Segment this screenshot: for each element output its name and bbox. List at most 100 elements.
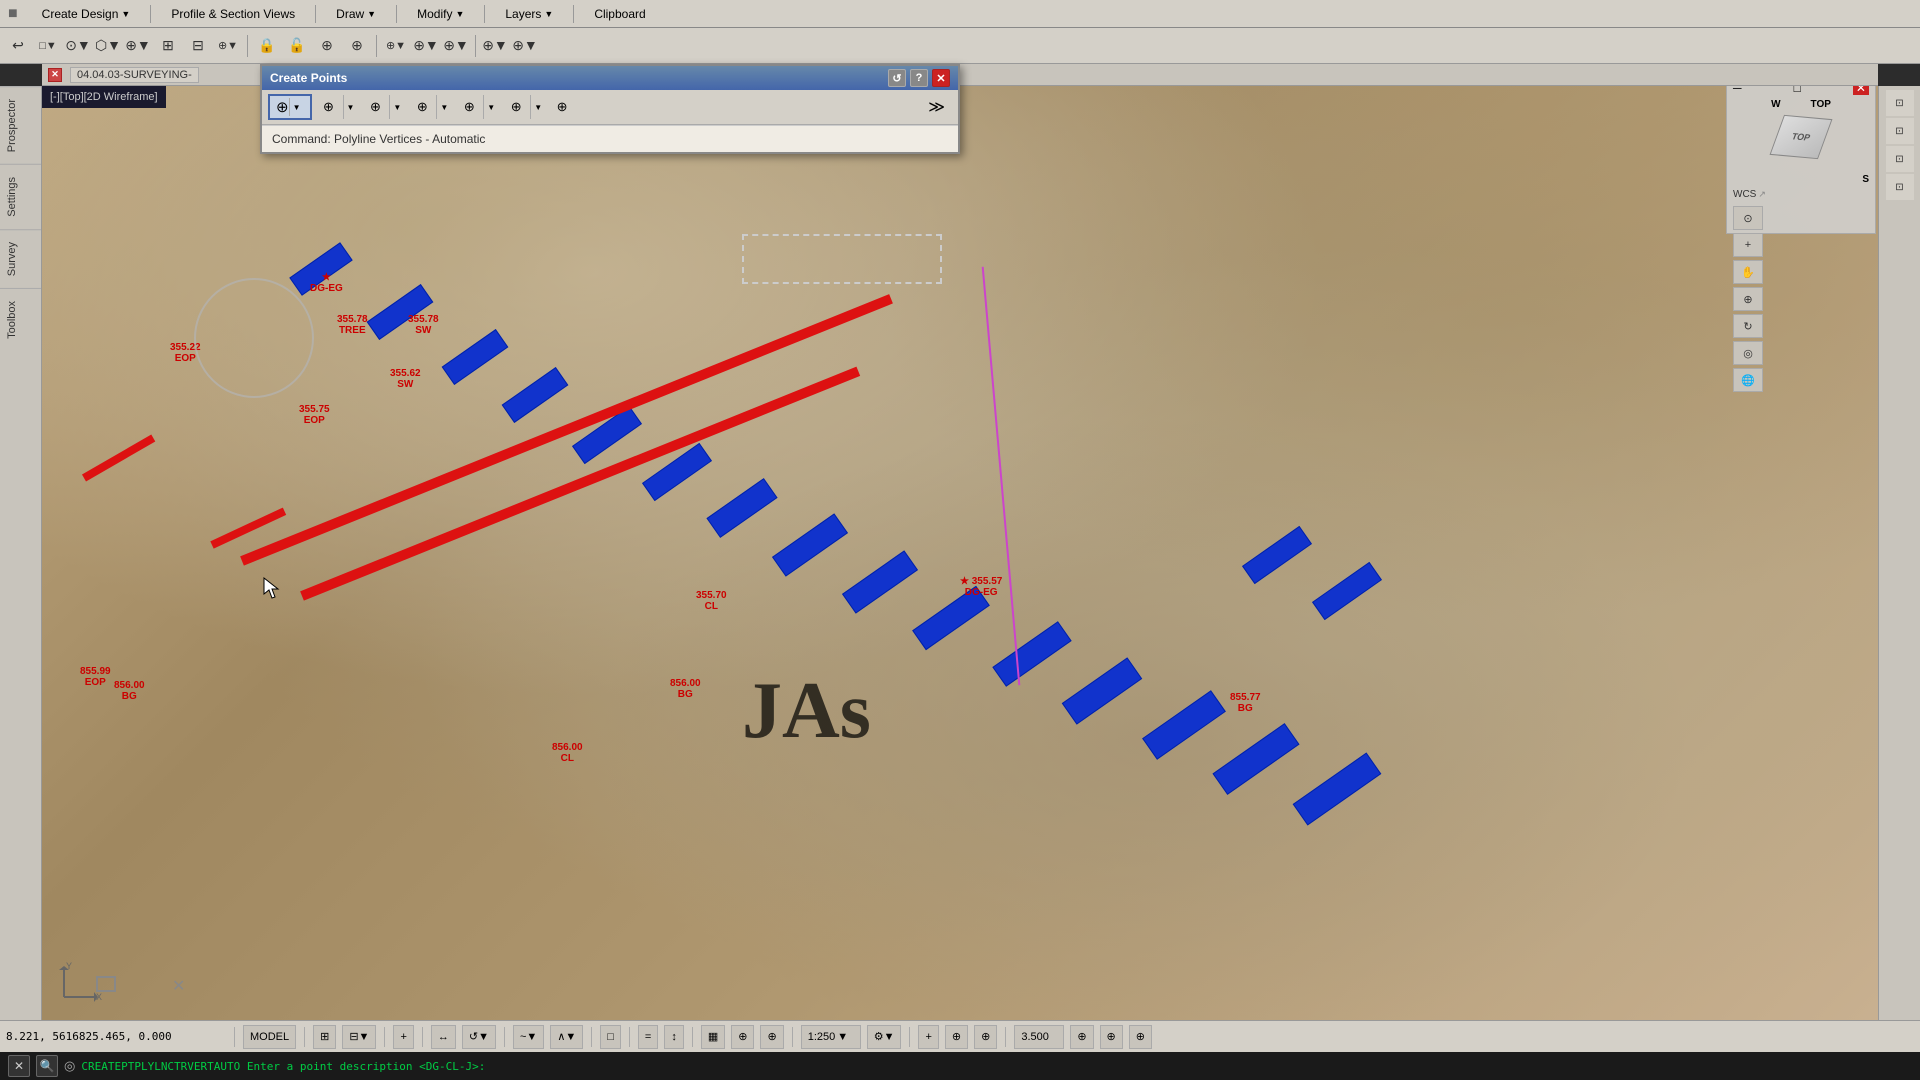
transparency-button[interactable]: ↕ [664,1025,684,1049]
dialog-tool-4-btn[interactable]: ⊕ [408,94,436,120]
gizmo-button[interactable]: ⊕ [731,1025,754,1049]
sidebar-settings[interactable]: Settings [0,164,41,229]
tool-palette-button[interactable]: ⊕ [945,1025,968,1049]
command-icon-area: ◎ [64,1058,75,1074]
right-btn-2[interactable]: ⊡ [1886,118,1914,144]
dialog-collapse-button[interactable]: ≫ [921,94,952,120]
right-btn-3[interactable]: ⊡ [1886,146,1914,172]
dialog-tool-5[interactable]: ⊕ ▼ [454,94,499,120]
view-cube[interactable]: TOP [1766,112,1836,172]
nav-zoom-btn[interactable]: + [1733,233,1763,257]
dialog-tool-active[interactable]: ⊕ ▼ [268,94,312,120]
toolbar-btn-9[interactable]: 🔓 [283,33,311,59]
toolbar-btn-15[interactable]: ⊕▼ [481,33,509,59]
nav-globe-btn[interactable]: 🌐 [1733,368,1763,392]
toolbar-btn-16[interactable]: ⊕▼ [511,33,539,59]
menu-sep-1 [150,5,151,23]
dialog-tool-7[interactable]: ⊕ [548,94,576,120]
dialog-refresh-button[interactable]: ↺ [888,69,906,87]
menu-modify[interactable]: Modify ▼ [401,0,480,27]
dialog-tool-4[interactable]: ⊕ ▼ [407,94,452,120]
menu-layers[interactable]: Layers ▼ [489,0,569,27]
dialog-tool-6-btn[interactable]: ⊕ [502,94,530,120]
toolbar-btn-12[interactable]: ⊕▼ [382,33,410,59]
sidebar-prospector[interactable]: Prospector [0,86,41,164]
scale-dropdown[interactable]: 1:250▼ [801,1025,861,1049]
scale-settings[interactable]: ⚙▼ [867,1025,902,1049]
toolbar-btn-3[interactable]: ⬡▼ [94,33,122,59]
toolbar-btn-14[interactable]: ⊕▼ [442,33,470,59]
viewport-label: [-][Top][2D Wireframe] [42,86,166,108]
undo-button[interactable]: ↩ [4,33,32,59]
toolbar-btn-10[interactable]: ⊕ [313,33,341,59]
nav-extents-btn[interactable]: ⊕ [1733,287,1763,311]
dialog-tool-3[interactable]: ⊕ ▼ [360,94,405,120]
toolbar-sep-2 [376,35,377,57]
tool-2-arrow[interactable]: ▼ [343,95,358,119]
command-search-button[interactable]: 🔍 [36,1055,58,1077]
toolbar-btn-13[interactable]: ⊕▼ [412,33,440,59]
tool-4-arrow[interactable]: ▼ [436,95,451,119]
selection-button[interactable]: ▦ [701,1025,725,1049]
toolbar-btn-8[interactable]: 🔒 [253,33,281,59]
label-eop-bg: 855.99 EOP [80,666,111,688]
annotscale-button[interactable]: ⊕ [760,1025,783,1049]
dynmode-button[interactable]: □ [600,1025,621,1049]
nav-location-btn[interactable]: ◎ [1733,341,1763,365]
menu-draw[interactable]: Draw ▼ [320,0,392,27]
close-tab-button[interactable]: ✕ [48,68,62,82]
nav-pan-btn[interactable]: ✋ [1733,260,1763,284]
label-sw-1: 355.78 SW [408,314,439,336]
workspace-button[interactable]: ⊕ [1070,1025,1093,1049]
command-text-display[interactable]: CREATEPTPLYLNCTRVERTAUTO Enter a point d… [81,1060,485,1073]
toolbar-btn-11[interactable]: ⊕ [343,33,371,59]
toolbar-btn-5[interactable]: ⊞ [154,33,182,59]
active-tool-arrow[interactable]: ▼ [289,98,304,116]
create-points-dialog: Create Points ↺ ? ✕ ⊕ ▼ ⊕ ▼ ⊕ ▼ ⊕ ▼ ⊕ ▼ [260,64,960,154]
lineweight-button[interactable]: = [638,1025,658,1049]
menu-create-design[interactable]: Create Design ▼ [26,0,147,27]
file-tab[interactable]: 04.04.03-SURVEYING- [70,67,199,83]
right-btn-4[interactable]: ⊡ [1886,174,1914,200]
main-toolbar: ↩ □▼ ⊙▼ ⬡▼ ⊕▼ ⊞ ⊟ ⊕▼ 🔒 🔓 ⊕ ⊕ ⊕▼ ⊕▼ ⊕▼ ⊕▼… [0,28,1920,64]
toolbar-btn-1[interactable]: □▼ [34,33,62,59]
tool-6-arrow[interactable]: ▼ [530,95,545,119]
dialog-close-button[interactable]: ✕ [932,69,950,87]
canvas-area[interactable]: ★ DG-EG 355.78 TREE 355.78 SW 355.62 SW … [42,86,1878,1020]
grid-snap-button[interactable]: ⊟▼ [342,1025,376,1049]
toolbar-btn-4[interactable]: ⊕▼ [124,33,152,59]
grid-button[interactable]: ⊞ [313,1025,336,1049]
model-space-button[interactable]: MODEL [243,1025,296,1049]
osnap-button[interactable]: ~▼ [513,1025,544,1049]
status-extra-1[interactable]: ⊕ [1129,1025,1152,1049]
menu-profile-section[interactable]: Profile & Section Views [155,0,311,27]
dialog-tool-2[interactable]: ⊕ ▼ [314,94,359,120]
snap-button[interactable]: + [393,1025,413,1049]
dialog-tool-3-btn[interactable]: ⊕ [361,94,389,120]
view-tool-1[interactable]: ⊕ [974,1025,997,1049]
nav-orbit-btn[interactable]: ⊙ [1733,206,1763,230]
toolbar-btn-6[interactable]: ⊟ [184,33,212,59]
cube-face-top[interactable]: TOP [1770,115,1833,159]
ortho-button[interactable]: ↔ [431,1025,456,1049]
dialog-tool-2-btn[interactable]: ⊕ [315,94,343,120]
menu-clipboard[interactable]: Clipboard [578,0,661,27]
dialog-tool-6[interactable]: ⊕ ▼ [501,94,546,120]
workspace-switch[interactable]: ⊕ [1100,1025,1123,1049]
zoom-in-status[interactable]: + [918,1025,938,1049]
status-sep-11 [1005,1027,1006,1047]
toolbar-btn-7[interactable]: ⊕▼ [214,33,242,59]
right-btn-1[interactable]: ⊡ [1886,90,1914,116]
tool-3-arrow[interactable]: ▼ [389,95,404,119]
sidebar-survey[interactable]: Survey [0,229,41,288]
polar-button[interactable]: ↺▼ [462,1025,496,1049]
command-close-button[interactable]: ✕ [8,1055,30,1077]
otrack-button[interactable]: ∧▼ [550,1025,583,1049]
dialog-toolbar: ⊕ ▼ ⊕ ▼ ⊕ ▼ ⊕ ▼ ⊕ ▼ ⊕ ▼ ⊕ ≫ [262,90,958,125]
dialog-help-button[interactable]: ? [910,69,928,87]
nav-rotate-btn[interactable]: ↻ [1733,314,1763,338]
toolbar-btn-2[interactable]: ⊙▼ [64,33,92,59]
dialog-tool-5-btn[interactable]: ⊕ [455,94,483,120]
tool-5-arrow[interactable]: ▼ [483,95,498,119]
sidebar-toolbox[interactable]: Toolbox [0,288,41,351]
